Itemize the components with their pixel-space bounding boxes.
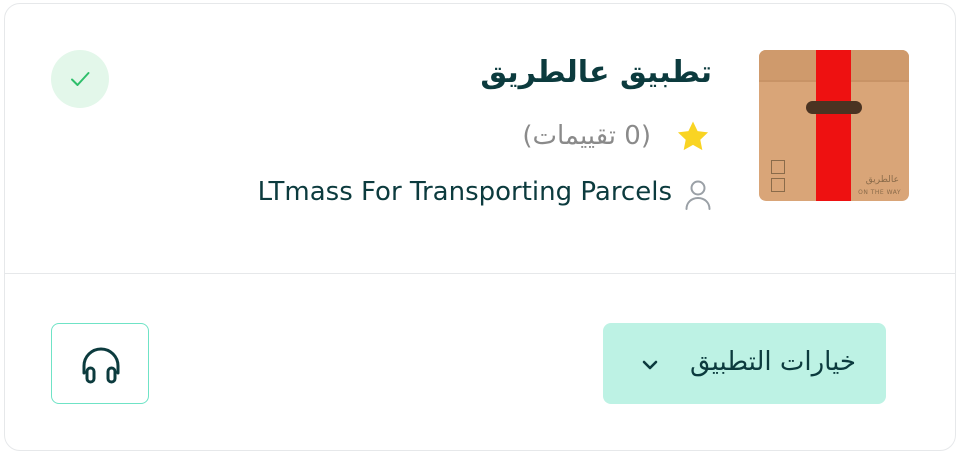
app-options-button[interactable]: خيارات التطبيق xyxy=(603,323,886,404)
app-options-label: خيارات التطبيق xyxy=(689,347,856,377)
card-divider xyxy=(4,273,956,274)
app-thumbnail: عالطريق ON THE WAY xyxy=(759,50,909,201)
star-icon xyxy=(677,121,709,151)
check-icon xyxy=(71,72,90,86)
box-strap xyxy=(816,50,851,201)
rating-count: (0 تقييمات) xyxy=(522,121,651,151)
recycle-symbol-icon xyxy=(771,178,785,192)
app-title: تطبيق عالطريق xyxy=(480,55,712,90)
fragile-symbol-icon xyxy=(771,160,785,174)
thumbnail-brand-text: عالطريق xyxy=(865,175,899,185)
chevron-down-icon xyxy=(642,360,658,370)
status-badge xyxy=(51,50,109,108)
thumbnail-brand-subtext: ON THE WAY xyxy=(858,189,901,196)
support-button[interactable] xyxy=(51,323,149,404)
box-handle xyxy=(806,101,862,114)
company-name: LTmass For Transporting Parcels xyxy=(257,177,672,207)
headphones-icon xyxy=(82,347,120,384)
user-icon xyxy=(685,180,711,210)
